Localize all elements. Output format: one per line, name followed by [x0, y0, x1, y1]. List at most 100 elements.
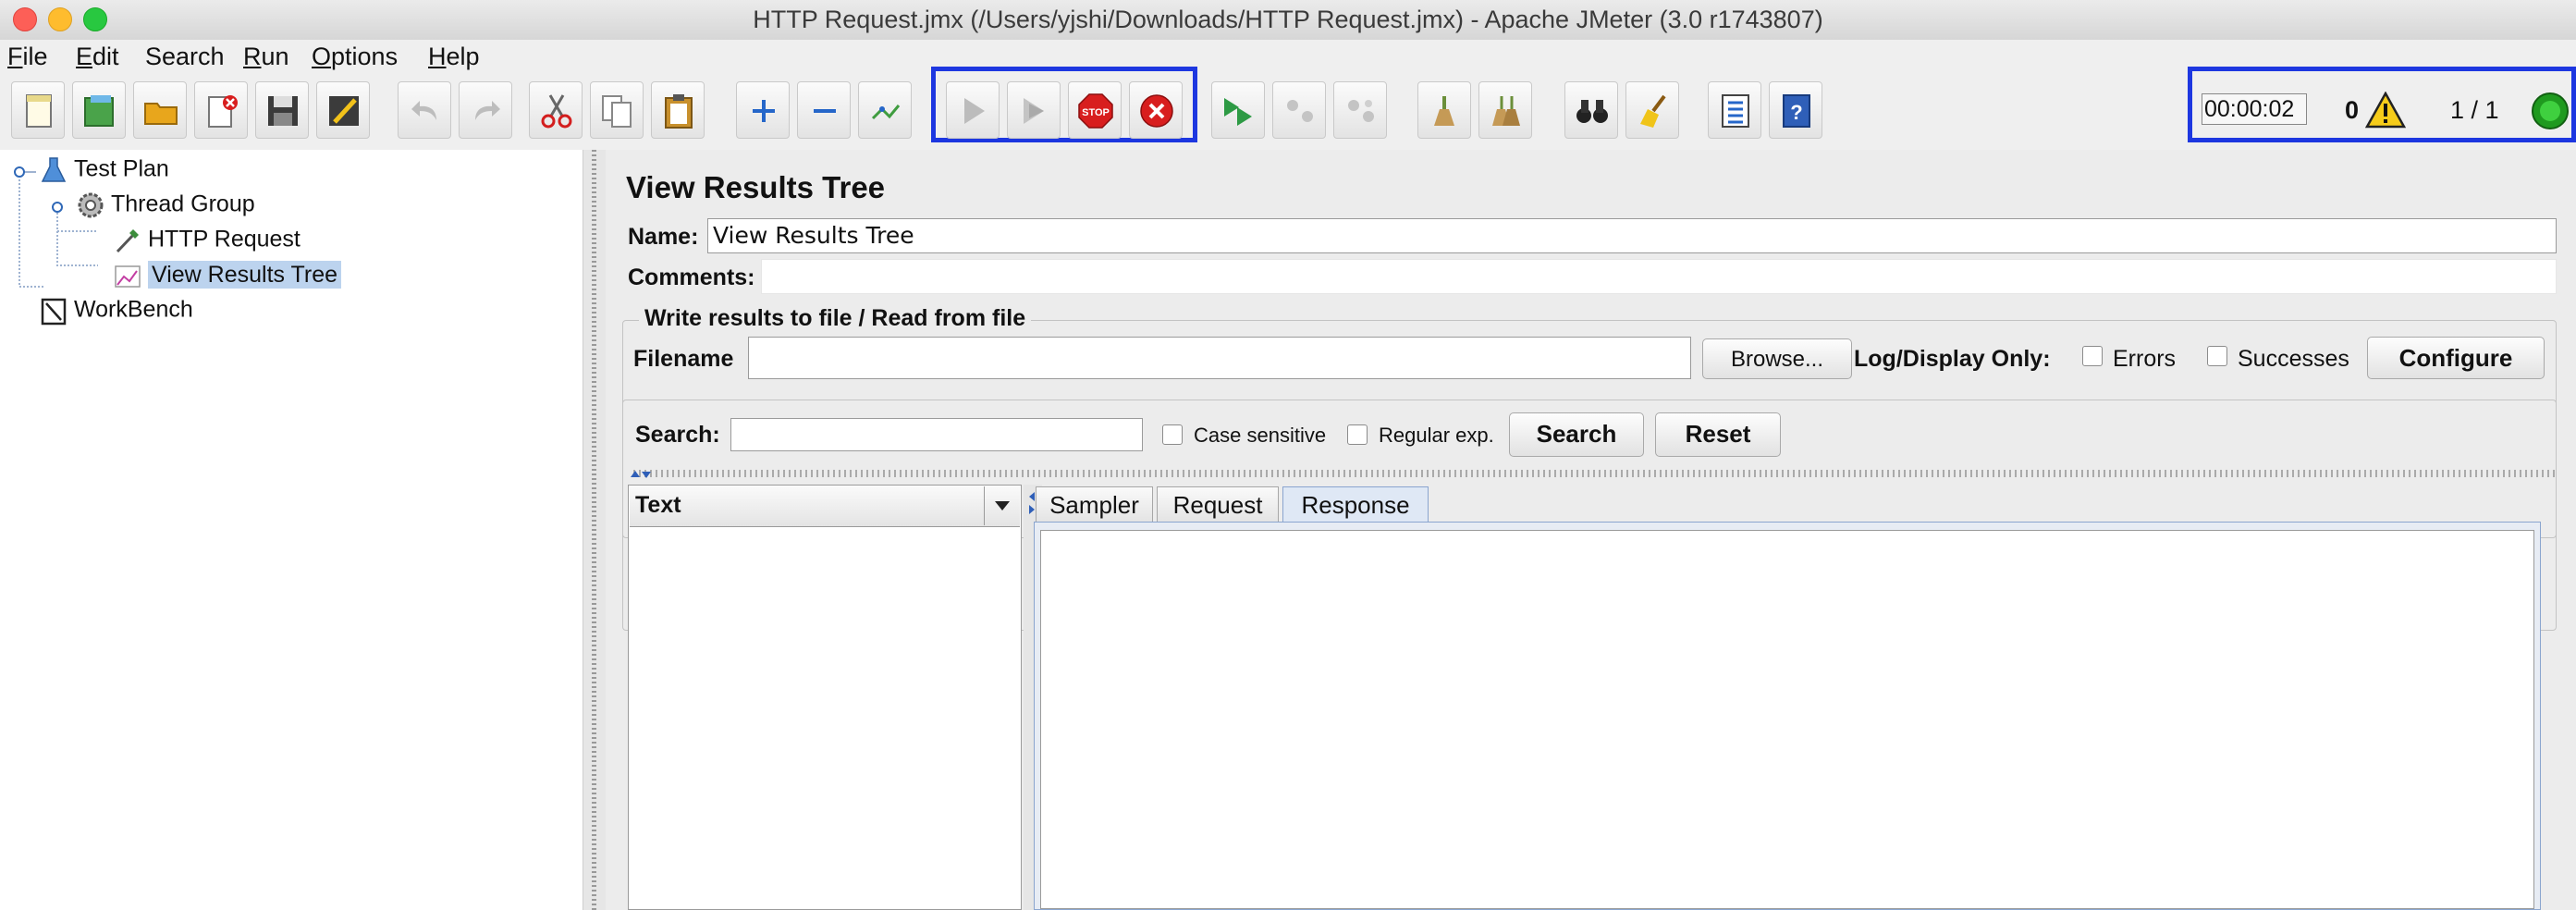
templates-icon	[84, 95, 114, 127]
errors-checkbox[interactable]	[2082, 346, 2103, 366]
remote-start-all-button[interactable]	[1211, 81, 1265, 139]
filename-label: Filename	[633, 346, 734, 372]
write-results-group-title: Write results to file / Read from file	[639, 305, 1032, 332]
help-button[interactable]: ?	[1769, 81, 1822, 139]
collapse-all-button[interactable]	[797, 81, 851, 139]
regular-exp-checkbox[interactable]	[1347, 424, 1368, 445]
copy-icon	[602, 95, 632, 128]
start-no-pauses-button[interactable]	[1007, 81, 1061, 139]
new-button[interactable]	[11, 81, 65, 139]
view-results-tree-panel: View Results Tree Name: View Results Tre…	[606, 150, 2576, 910]
remote-start-icon	[1224, 98, 1252, 126]
name-field[interactable]: View Results Tree	[707, 218, 2557, 253]
error-count: 0	[2345, 96, 2360, 124]
renderer-select-value: Text	[635, 492, 681, 518]
help-book-icon: ?	[1783, 94, 1810, 128]
function-helper-button[interactable]	[1708, 81, 1761, 139]
tree-item-test-plan[interactable]: Test Plan	[39, 155, 169, 185]
copy-button[interactable]	[590, 81, 644, 139]
tab-sampler-result[interactable]: Sampler result	[1036, 486, 1153, 554]
paste-button[interactable]	[651, 81, 705, 139]
browse-button[interactable]: Browse...	[1702, 338, 1852, 379]
tab-request[interactable]: Request	[1157, 486, 1279, 522]
stop-button[interactable]: STOP	[1068, 81, 1122, 139]
clear-all-button[interactable]	[1478, 81, 1532, 139]
cut-button[interactable]	[529, 81, 583, 139]
menu-file[interactable]: File	[7, 43, 48, 71]
elapsed-time: 00:00:02	[2202, 93, 2307, 125]
function-list-icon	[1722, 94, 1749, 128]
comments-field[interactable]	[761, 259, 2557, 294]
save-button[interactable]	[255, 81, 309, 139]
save-as-icon	[329, 96, 359, 126]
status-light-icon	[2532, 92, 2569, 129]
reset-search-button[interactable]	[1625, 81, 1679, 139]
shutdown-button[interactable]	[1129, 81, 1183, 139]
window-title: HTTP Request.jmx (/Users/yjshi/Downloads…	[753, 6, 1823, 33]
scissors-icon	[541, 94, 572, 129]
templates-button[interactable]	[72, 81, 126, 139]
binoculars-icon	[1576, 100, 1608, 123]
case-sensitive-label: Case sensitive	[1194, 424, 1327, 447]
vertical-splitter[interactable]	[633, 470, 2557, 477]
search-input[interactable]	[730, 418, 1143, 451]
save-as-button[interactable]	[316, 81, 370, 139]
undo-icon	[411, 101, 436, 120]
svg-text:?: ?	[1790, 101, 1802, 124]
tree-item-workbench[interactable]: WorkBench	[39, 296, 193, 326]
warning-icon[interactable]	[2365, 92, 2406, 129]
log-display-only-label: Log/Display Only:	[1854, 346, 2051, 372]
new-file-icon	[26, 94, 52, 128]
start-button[interactable]	[946, 81, 1000, 139]
shutdown-icon	[1140, 94, 1173, 128]
remote-shutdown-all-button[interactable]	[1333, 81, 1387, 139]
tree-item-view-results-tree[interactable]: View Results Tree	[113, 260, 342, 290]
comments-label: Comments:	[628, 264, 755, 290]
save-icon	[268, 96, 298, 126]
minus-icon	[814, 109, 836, 113]
name-label: Name:	[628, 224, 699, 250]
renderer-select[interactable]: Text	[630, 486, 1020, 527]
search-submit-button[interactable]: Search	[1509, 412, 1644, 457]
plus-icon	[753, 100, 775, 122]
paste-icon	[665, 94, 693, 129]
open-button[interactable]	[133, 81, 187, 139]
search-button[interactable]	[1564, 81, 1618, 139]
successes-checkbox[interactable]	[2207, 346, 2227, 366]
clear-button[interactable]	[1417, 81, 1471, 139]
open-folder-icon	[144, 103, 178, 125]
tree-item-thread-group[interactable]: Thread Group	[76, 191, 255, 220]
close-button[interactable]	[194, 81, 248, 139]
thread-group-icon	[78, 192, 104, 218]
split-pane-divider[interactable]	[583, 150, 607, 910]
undo-button[interactable]	[398, 81, 451, 139]
results-list[interactable]	[628, 485, 1022, 910]
response-data-area[interactable]	[1040, 530, 2534, 909]
tab-response-data[interactable]: Response data	[1282, 486, 1429, 554]
reset-broom-icon	[1640, 94, 1666, 128]
menu-search[interactable]: Search	[145, 43, 225, 71]
search-label: Search:	[635, 422, 720, 448]
renderer-dropdown-toggle[interactable]	[984, 486, 1020, 525]
configure-button[interactable]: Configure	[2367, 337, 2545, 379]
menu-options[interactable]: Options	[312, 43, 398, 71]
case-sensitive-checkbox[interactable]	[1162, 424, 1183, 445]
toggle-icon	[871, 105, 901, 120]
workbench-icon	[41, 298, 67, 326]
test-plan-tree: Test Plan Thread Group HTTP Request View…	[0, 150, 583, 910]
redo-button[interactable]	[459, 81, 512, 139]
svg-text:STOP: STOP	[1082, 107, 1110, 118]
remote-stop-all-button[interactable]	[1272, 81, 1326, 139]
menu-run[interactable]: Run	[243, 43, 289, 71]
menu-help[interactable]: Help	[428, 43, 480, 71]
redo-icon	[475, 101, 500, 120]
toggle-button[interactable]	[858, 81, 912, 139]
expand-all-button[interactable]	[736, 81, 790, 139]
menu-edit[interactable]: Edit	[76, 43, 119, 71]
reset-button[interactable]: Reset	[1655, 412, 1781, 457]
filename-input[interactable]	[748, 337, 1691, 379]
tree-item-http-request[interactable]: HTTP Request	[113, 226, 301, 255]
splitter-arrows-icon[interactable]	[629, 468, 653, 481]
response-tab-content	[1034, 522, 2541, 910]
successes-label: Successes	[2238, 346, 2349, 372]
